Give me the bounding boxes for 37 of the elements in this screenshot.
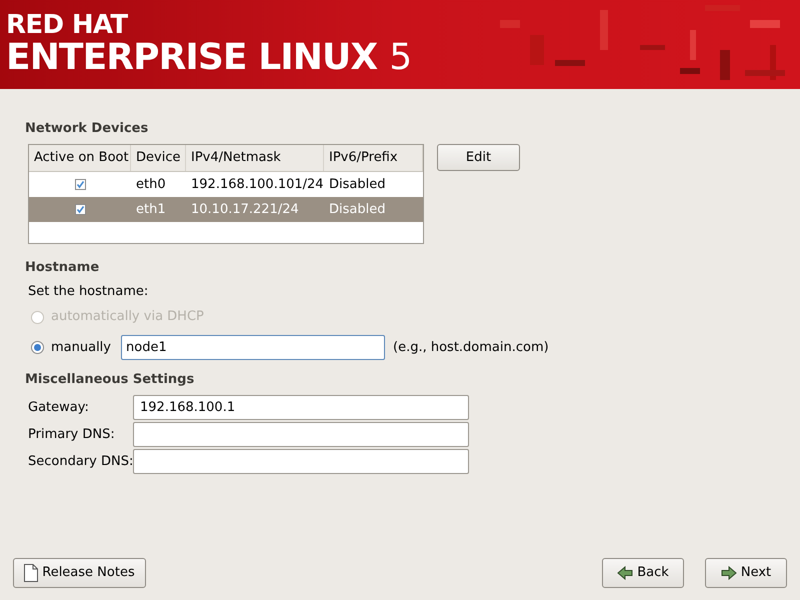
radio-button[interactable] <box>31 341 44 354</box>
release-notes-button[interactable]: Release Notes <box>13 558 146 588</box>
back-arrow-icon <box>617 566 634 580</box>
input-field[interactable] <box>133 422 469 447</box>
column-header[interactable]: Device <box>131 145 186 171</box>
field-label: Primary DNS: <box>28 426 116 444</box>
edit-button[interactable]: Edit <box>437 144 520 171</box>
field-label: Gateway: <box>28 398 90 417</box>
radio-label[interactable]: manually <box>51 338 111 358</box>
logo-title-small: RED HAT <box>6 12 128 38</box>
hint-text: (e.g., host.domain.com) <box>393 338 549 357</box>
version-number: 5 <box>389 38 412 78</box>
next-button[interactable]: Next <box>705 558 787 588</box>
table-cell: eth1 <box>136 202 166 217</box>
checkbox[interactable] <box>74 204 86 215</box>
checkbox[interactable] <box>74 179 86 190</box>
document-icon <box>24 564 38 582</box>
section-heading: Miscellaneous Settings <box>25 372 196 388</box>
column-header[interactable]: IPv4/Netmask <box>186 145 324 171</box>
input-field[interactable] <box>133 449 469 474</box>
field-label: Secondary DNS: <box>28 452 133 471</box>
section-heading: Hostname <box>25 260 100 276</box>
column-header[interactable]: Active on Boot <box>29 145 131 171</box>
table-cell: Disabled <box>329 202 386 217</box>
back-button[interactable]: Back <box>602 558 684 588</box>
input-field[interactable]: 192.168.100.1 <box>133 395 469 420</box>
table-cell: 192.168.100.101/24 <box>191 176 324 192</box>
column-header[interactable]: IPv6/Prefix <box>324 145 423 171</box>
logo-title: ENTERPRISE LINUX <box>6 38 378 78</box>
forward-arrow-icon <box>720 566 737 580</box>
hostname-field[interactable]: node1 <box>121 335 385 360</box>
table-cell: 10.10.17.221/24 <box>191 202 299 217</box>
prompt-text: Set the hostname: <box>28 284 150 300</box>
section-heading: Network Devices <box>25 121 150 137</box>
table-cell: eth0 <box>136 176 166 192</box>
table-cell: Disabled <box>329 176 386 192</box>
table-row[interactable]: eth0 192.168.100.101/24 Disabled <box>29 172 423 197</box>
